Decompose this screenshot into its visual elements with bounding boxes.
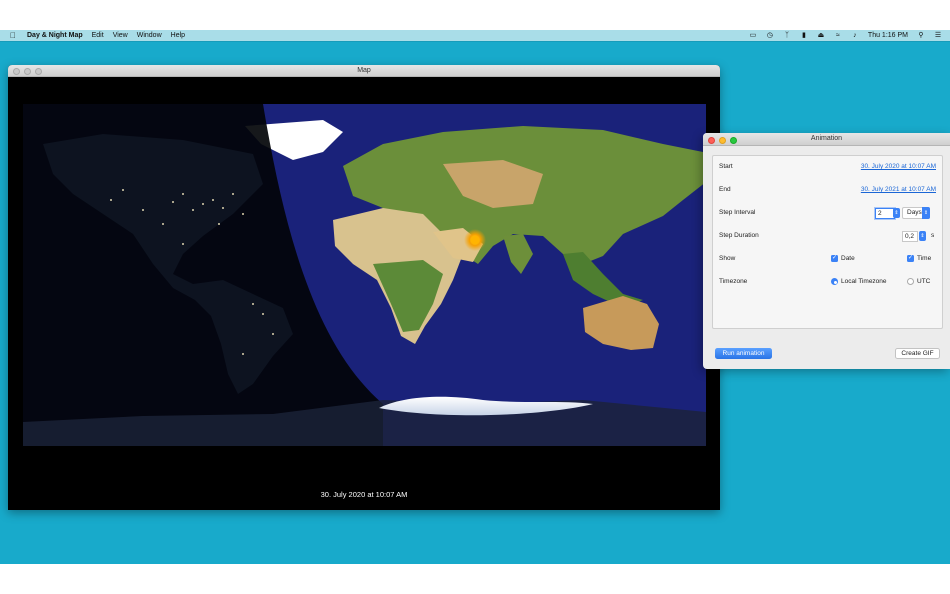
close-button[interactable] [13, 68, 20, 75]
timezone-utc-radio[interactable] [907, 278, 914, 285]
bluetooth-icon[interactable]: ᛉ [783, 32, 791, 39]
step-interval-label: Step Interval [719, 209, 756, 216]
show-row: Show ✓ Date ✓ Time [719, 253, 936, 265]
volume-icon[interactable]: ♪ [851, 32, 859, 39]
show-date-checkbox[interactable]: ✓ [831, 255, 838, 262]
control-center-icon[interactable]: ☰ [934, 32, 942, 39]
step-duration-field[interactable]: 0,2 [902, 231, 918, 242]
step-interval-unit-popup[interactable]: Days ⇕ [902, 207, 930, 219]
timezone-local-radio[interactable] [831, 278, 838, 285]
create-gif-button[interactable]: Create GIF [895, 348, 940, 359]
end-label: End [719, 186, 731, 193]
show-time-label: Time [917, 255, 932, 262]
time-machine-icon[interactable]: ◷ [766, 32, 774, 39]
timezone-local-label: Local Timezone [841, 278, 887, 285]
animation-title: Animation [810, 135, 843, 142]
run-animation-button[interactable]: Run animation [715, 348, 772, 359]
close-button[interactable] [708, 136, 715, 144]
apple-menu-icon[interactable]:  [10, 31, 18, 40]
map-window: Map 30. July 2020 at 10:07 AM [8, 65, 720, 510]
world-map-image [23, 104, 706, 446]
step-duration-row: Step Duration 0,2 ⇕ s [719, 230, 936, 242]
step-interval-stepper[interactable]: ⇕ [893, 208, 900, 218]
animation-settings-box: Start 30. July 2020 at 10:07 AM End 30. … [712, 155, 943, 329]
battery-icon[interactable]: ▮ [800, 32, 808, 39]
animation-panel: Animation Start 30. July 2020 at 10:07 A… [703, 133, 950, 369]
wifi-icon[interactable]: ≈ [834, 32, 842, 39]
step-interval-row: Step Interval 2 ⇕ Days ⇕ [719, 207, 936, 219]
menu-edit[interactable]: Edit [92, 32, 104, 39]
minimize-button[interactable] [719, 136, 726, 144]
step-duration-label: Step Duration [719, 232, 759, 239]
map-window-titlebar[interactable]: Map [8, 65, 720, 77]
menu-help[interactable]: Help [171, 32, 185, 39]
menu-window[interactable]: Window [137, 32, 162, 39]
show-label: Show [719, 255, 736, 262]
show-time-checkbox[interactable]: ✓ [907, 255, 914, 262]
timezone-row: Timezone Local Timezone UTC [719, 276, 936, 288]
chevron-updown-icon: ⇕ [922, 207, 930, 219]
step-duration-stepper[interactable]: ⇕ [919, 231, 926, 241]
map-window-title: Map [357, 67, 371, 74]
status-area: ▭ ◷ ᛉ ▮ ⏏ ≈ ♪ Thu 1:16 PM ⚲ ☰ [749, 30, 942, 41]
airplay-icon[interactable]: ▭ [749, 32, 757, 39]
animation-titlebar[interactable]: Animation [703, 133, 950, 146]
timezone-label: Timezone [719, 278, 748, 285]
zoom-button[interactable] [35, 68, 42, 75]
spotlight-search-icon[interactable]: ⚲ [917, 32, 925, 39]
end-date-link[interactable]: 30. July 2021 at 10:07 AM [861, 186, 936, 193]
eject-icon[interactable]: ⏏ [817, 32, 825, 39]
minimize-button[interactable] [24, 68, 31, 75]
end-row: End 30. July 2021 at 10:07 AM [719, 184, 936, 196]
menu-view[interactable]: View [113, 32, 128, 39]
zoom-button[interactable] [730, 136, 737, 144]
menu-bar:  Day & Night Map Edit View Window Help … [0, 30, 950, 41]
show-date-label: Date [841, 255, 855, 262]
step-duration-unit: s [931, 232, 935, 239]
world-map[interactable] [23, 104, 706, 446]
step-interval-unit: Days [907, 209, 922, 216]
start-date-link[interactable]: 30. July 2020 at 10:07 AM [861, 163, 936, 170]
app-menu[interactable]: Day & Night Map [27, 32, 83, 39]
step-interval-field[interactable]: 2 [875, 208, 895, 219]
timezone-utc-label: UTC [917, 278, 931, 285]
map-date-caption: 30. July 2020 at 10:07 AM [320, 490, 408, 499]
start-label: Start [719, 163, 733, 170]
menu-clock[interactable]: Thu 1:16 PM [868, 32, 908, 39]
start-row: Start 30. July 2020 at 10:07 AM [719, 161, 936, 173]
